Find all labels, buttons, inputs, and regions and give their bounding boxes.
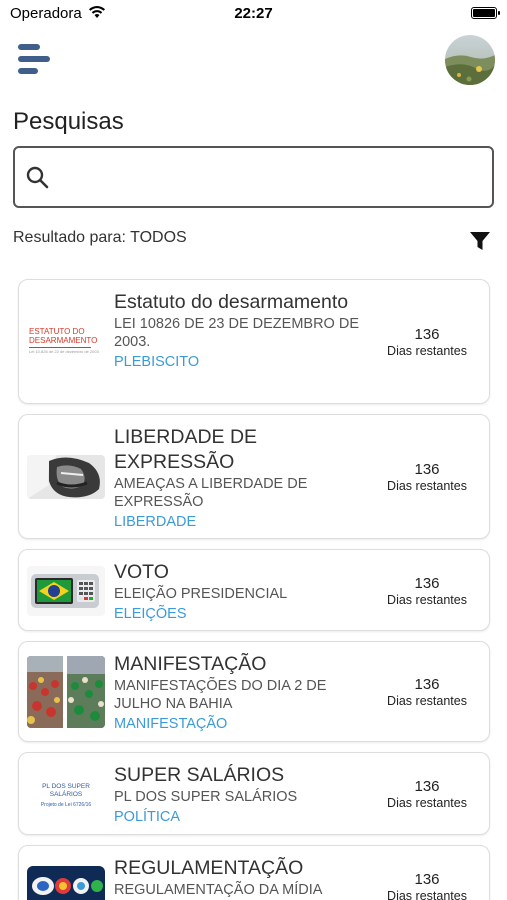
list-item[interactable]: REGULAMENTAÇÃO REGULAMENTAÇÃO DA MÍDIA 1…	[18, 845, 490, 900]
thumbnail-subtext: Projeto de Lei 6726/16	[40, 802, 92, 808]
list-item[interactable]: LIBERDADE DE EXPRESSÃO AMEAÇAS A LIBERDA…	[18, 414, 490, 539]
days-label: Dias restantes	[387, 344, 467, 358]
avatar[interactable]	[445, 35, 495, 85]
result-label: Resultado para: TODOS	[13, 229, 187, 246]
card-thumbnail	[27, 566, 105, 616]
battery-icon	[471, 7, 500, 19]
clock: 22:27	[234, 5, 273, 22]
page-title: Pesquisas	[13, 108, 124, 135]
days-count: 136	[414, 676, 440, 693]
ballot-box-image	[27, 566, 105, 616]
card-category[interactable]: ELEIÇÕES	[114, 605, 376, 624]
card-title: SUPER SALÁRIOS	[114, 764, 285, 786]
card-subtitle: MANIFESTAÇÕES DO DIA 2 DE JULHO NA BAHIA	[114, 678, 327, 712]
days-count: 136	[414, 461, 440, 478]
card-category[interactable]: LIBERDADE	[114, 513, 376, 532]
card-title: VOTO	[114, 561, 169, 583]
days-count: 136	[414, 778, 440, 795]
card-title: Estatuto do desarmamento	[114, 291, 349, 313]
card-thumbnail: PL DOS SUPER SALÁRIOS Projeto de Lei 672…	[27, 773, 105, 817]
days-count: 136	[414, 575, 440, 592]
days-label: Dias restantes	[387, 479, 467, 493]
days-label: Dias restantes	[387, 796, 467, 810]
card-category[interactable]: MANIFESTAÇÃO	[114, 715, 376, 734]
card-thumbnail	[27, 656, 105, 728]
list-item[interactable]: VOTO ELEIÇÃO PRESIDENCIAL ELEIÇÕES 136 D…	[18, 549, 490, 631]
thumbnail-text: ESTATUTO DO DESARMAMENTO	[29, 327, 98, 345]
card-subtitle: AMEAÇAS A LIBERDADE DE EXPRESSÃO	[114, 476, 308, 510]
search-input[interactable]	[59, 156, 479, 198]
days-label: Dias restantes	[387, 694, 467, 708]
card-subtitle: PL DOS SUPER SALÁRIOS	[114, 789, 298, 805]
status-bar: Operadora 22:27	[0, 0, 507, 28]
card-thumbnail: ESTATUTO DO DESARMAMENTO Lei 10.826 de 2…	[27, 318, 105, 366]
filter-icon[interactable]	[469, 230, 491, 252]
menu-icon	[18, 44, 40, 50]
card-title: MANIFESTAÇÃO	[114, 653, 267, 675]
list-item[interactable]: ESTATUTO DO DESARMAMENTO Lei 10.826 de 2…	[18, 279, 490, 404]
days-label: Dias restantes	[387, 593, 467, 607]
card-thumbnail	[27, 866, 105, 900]
search-box[interactable]	[13, 146, 494, 208]
card-title: LIBERDADE DE EXPRESSÃO	[114, 426, 258, 473]
days-label: Dias restantes	[387, 889, 467, 900]
menu-button[interactable]	[18, 44, 52, 76]
thumbnail-subtext: Lei 10.826 de 22 de dezembro de 2003	[29, 349, 99, 354]
avatar-photo	[445, 35, 495, 85]
card-subtitle: REGULAMENTAÇÃO DA MÍDIA	[114, 882, 323, 898]
card-subtitle: ELEIÇÃO PRESIDENCIAL	[114, 586, 288, 602]
list-item[interactable]: PL DOS SUPER SALÁRIOS Projeto de Lei 672…	[18, 752, 490, 835]
card-title: REGULAMENTAÇÃO	[114, 857, 304, 879]
card-subtitle: LEI 10826 DE 23 DE DEZEMBRO DE 2003.	[114, 316, 359, 350]
face-photo	[27, 455, 105, 499]
card-thumbnail	[27, 455, 105, 499]
protest-photo	[27, 656, 105, 728]
card-category[interactable]: POLÍTICA	[114, 808, 376, 827]
days-count: 136	[414, 326, 440, 343]
media-logos-image	[27, 866, 105, 900]
search-icon	[26, 166, 49, 189]
thumbnail-text: PL DOS SUPER SALÁRIOS	[42, 783, 90, 798]
card-category[interactable]: PLEBISCITO	[114, 353, 376, 372]
list-item[interactable]: MANIFESTAÇÃO MANIFESTAÇÕES DO DIA 2 DE J…	[18, 641, 490, 742]
days-count: 136	[414, 871, 440, 888]
